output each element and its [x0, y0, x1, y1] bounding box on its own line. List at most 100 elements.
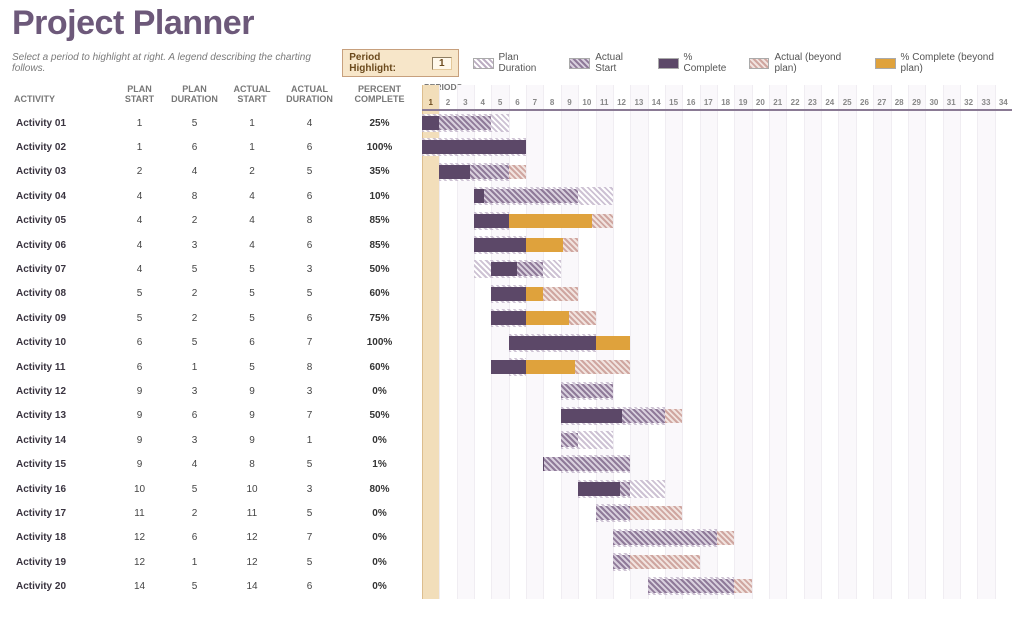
activity-name[interactable]: Activity 11 — [12, 355, 112, 379]
actual-dur-cell[interactable]: 3 — [282, 379, 337, 403]
plan-dur-cell[interactable]: 1 — [167, 355, 222, 379]
activity-name[interactable]: Activity 12 — [12, 379, 112, 403]
actual-dur-cell[interactable]: 7 — [282, 404, 337, 428]
pct-cell[interactable]: 0% — [337, 379, 422, 403]
activity-name[interactable]: Activity 07 — [12, 257, 112, 281]
plan-start-cell[interactable]: 1 — [112, 111, 167, 135]
pct-cell[interactable]: 0% — [337, 550, 422, 574]
pct-cell[interactable]: 60% — [337, 355, 422, 379]
actual-start-cell[interactable]: 4 — [222, 233, 282, 257]
plan-start-cell[interactable]: 5 — [112, 306, 167, 330]
pct-cell[interactable]: 0% — [337, 526, 422, 550]
pct-cell[interactable]: 1% — [337, 452, 422, 476]
actual-start-cell[interactable]: 10 — [222, 477, 282, 501]
pct-cell[interactable]: 80% — [337, 477, 422, 501]
actual-start-cell[interactable]: 9 — [222, 379, 282, 403]
actual-dur-cell[interactable]: 3 — [282, 257, 337, 281]
plan-dur-cell[interactable]: 6 — [167, 404, 222, 428]
plan-dur-cell[interactable]: 6 — [167, 526, 222, 550]
actual-start-cell[interactable]: 12 — [222, 526, 282, 550]
activity-name[interactable]: Activity 20 — [12, 574, 112, 598]
pct-cell[interactable]: 85% — [337, 233, 422, 257]
activity-name[interactable]: Activity 17 — [12, 501, 112, 525]
plan-start-cell[interactable]: 12 — [112, 526, 167, 550]
plan-dur-cell[interactable]: 2 — [167, 209, 222, 233]
activity-name[interactable]: Activity 09 — [12, 306, 112, 330]
plan-start-cell[interactable]: 4 — [112, 257, 167, 281]
plan-start-cell[interactable]: 6 — [112, 355, 167, 379]
actual-dur-cell[interactable]: 6 — [282, 135, 337, 159]
activity-name[interactable]: Activity 15 — [12, 452, 112, 476]
actual-dur-cell[interactable]: 3 — [282, 477, 337, 501]
plan-dur-cell[interactable]: 5 — [167, 331, 222, 355]
actual-start-cell[interactable]: 1 — [222, 111, 282, 135]
plan-dur-cell[interactable]: 8 — [167, 184, 222, 208]
pct-cell[interactable]: 85% — [337, 209, 422, 233]
plan-start-cell[interactable]: 4 — [112, 184, 167, 208]
plan-start-cell[interactable]: 9 — [112, 452, 167, 476]
actual-dur-cell[interactable]: 4 — [282, 111, 337, 135]
actual-start-cell[interactable]: 8 — [222, 452, 282, 476]
plan-dur-cell[interactable]: 3 — [167, 428, 222, 452]
actual-start-cell[interactable]: 6 — [222, 331, 282, 355]
pct-cell[interactable]: 25% — [337, 111, 422, 135]
plan-start-cell[interactable]: 6 — [112, 331, 167, 355]
actual-dur-cell[interactable]: 8 — [282, 209, 337, 233]
actual-start-cell[interactable]: 1 — [222, 135, 282, 159]
pct-cell[interactable]: 0% — [337, 428, 422, 452]
actual-dur-cell[interactable]: 5 — [282, 501, 337, 525]
pct-cell[interactable]: 0% — [337, 574, 422, 598]
actual-dur-cell[interactable]: 7 — [282, 331, 337, 355]
plan-dur-cell[interactable]: 6 — [167, 135, 222, 159]
actual-start-cell[interactable]: 9 — [222, 404, 282, 428]
actual-start-cell[interactable]: 12 — [222, 550, 282, 574]
actual-start-cell[interactable]: 11 — [222, 501, 282, 525]
pct-cell[interactable]: 35% — [337, 160, 422, 184]
actual-start-cell[interactable]: 14 — [222, 574, 282, 598]
plan-dur-cell[interactable]: 5 — [167, 111, 222, 135]
activity-name[interactable]: Activity 01 — [12, 111, 112, 135]
plan-start-cell[interactable]: 12 — [112, 550, 167, 574]
plan-start-cell[interactable]: 4 — [112, 209, 167, 233]
actual-start-cell[interactable]: 4 — [222, 184, 282, 208]
activity-name[interactable]: Activity 06 — [12, 233, 112, 257]
plan-start-cell[interactable]: 9 — [112, 379, 167, 403]
actual-dur-cell[interactable]: 5 — [282, 282, 337, 306]
plan-dur-cell[interactable]: 5 — [167, 574, 222, 598]
activity-name[interactable]: Activity 14 — [12, 428, 112, 452]
actual-dur-cell[interactable]: 6 — [282, 306, 337, 330]
plan-dur-cell[interactable]: 4 — [167, 160, 222, 184]
actual-start-cell[interactable]: 5 — [222, 257, 282, 281]
pct-cell[interactable]: 100% — [337, 135, 422, 159]
actual-start-cell[interactable]: 4 — [222, 209, 282, 233]
plan-start-cell[interactable]: 2 — [112, 160, 167, 184]
pct-cell[interactable]: 50% — [337, 404, 422, 428]
activity-name[interactable]: Activity 02 — [12, 135, 112, 159]
actual-dur-cell[interactable]: 1 — [282, 428, 337, 452]
activity-name[interactable]: Activity 08 — [12, 282, 112, 306]
activity-name[interactable]: Activity 04 — [12, 184, 112, 208]
plan-start-cell[interactable]: 1 — [112, 135, 167, 159]
actual-dur-cell[interactable]: 6 — [282, 574, 337, 598]
activity-name[interactable]: Activity 10 — [12, 331, 112, 355]
activity-name[interactable]: Activity 16 — [12, 477, 112, 501]
activity-name[interactable]: Activity 03 — [12, 160, 112, 184]
plan-start-cell[interactable]: 9 — [112, 404, 167, 428]
activity-name[interactable]: Activity 13 — [12, 404, 112, 428]
period-highlight-input[interactable]: 1 — [432, 57, 452, 70]
pct-cell[interactable]: 60% — [337, 282, 422, 306]
plan-dur-cell[interactable]: 2 — [167, 282, 222, 306]
plan-start-cell[interactable]: 5 — [112, 282, 167, 306]
actual-start-cell[interactable]: 5 — [222, 355, 282, 379]
activity-name[interactable]: Activity 18 — [12, 526, 112, 550]
actual-dur-cell[interactable]: 5 — [282, 452, 337, 476]
plan-dur-cell[interactable]: 2 — [167, 501, 222, 525]
plan-dur-cell[interactable]: 5 — [167, 257, 222, 281]
pct-cell[interactable]: 0% — [337, 501, 422, 525]
actual-dur-cell[interactable]: 8 — [282, 355, 337, 379]
plan-start-cell[interactable]: 11 — [112, 501, 167, 525]
actual-dur-cell[interactable]: 6 — [282, 233, 337, 257]
plan-dur-cell[interactable]: 4 — [167, 452, 222, 476]
actual-dur-cell[interactable]: 7 — [282, 526, 337, 550]
actual-start-cell[interactable]: 5 — [222, 306, 282, 330]
